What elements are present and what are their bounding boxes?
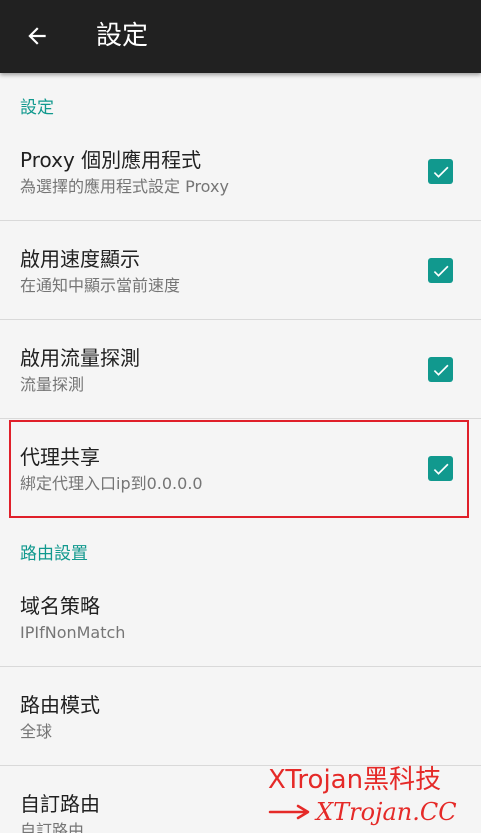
pref-per-app-proxy[interactable]: Proxy 個別應用程式 為選擇的應用程式設定 Proxy bbox=[0, 121, 481, 220]
pref-summary: IPIfNonMatch bbox=[20, 623, 126, 642]
speed-display-checkbox[interactable] bbox=[428, 258, 453, 283]
back-button[interactable] bbox=[14, 13, 60, 59]
pref-traffic-sniffing[interactable]: 啟用流量探測 流量探測 bbox=[0, 319, 481, 418]
section-header-routing: 路由設置 bbox=[20, 544, 88, 564]
check-icon bbox=[433, 166, 448, 178]
pref-summary: 綁定代理入口ip到0.0.0.0 bbox=[20, 474, 203, 493]
pref-summary: 自訂路由 bbox=[20, 821, 85, 833]
check-icon bbox=[433, 364, 448, 376]
pref-title: 路由模式 bbox=[20, 693, 100, 717]
settings-list: 設定 Proxy 個別應用程式 為選擇的應用程式設定 Proxy 啟用速度顯示 … bbox=[0, 73, 481, 833]
arrow-left-icon bbox=[28, 27, 46, 45]
pref-summary: 在通知中顯示當前速度 bbox=[20, 276, 181, 295]
proxy-sharing-checkbox[interactable] bbox=[428, 456, 453, 481]
per-app-proxy-checkbox[interactable] bbox=[428, 159, 453, 184]
pref-title: 啟用速度顯示 bbox=[20, 247, 140, 271]
check-icon bbox=[433, 463, 448, 475]
pref-summary: 為選擇的應用程式設定 Proxy bbox=[20, 177, 229, 196]
pref-title: Proxy 個別應用程式 bbox=[20, 148, 202, 172]
pref-summary: 全球 bbox=[20, 722, 53, 741]
section-header-settings: 設定 bbox=[20, 98, 54, 118]
traffic-sniffing-checkbox[interactable] bbox=[428, 357, 453, 382]
pref-custom-routing[interactable]: 自訂路由 自訂路由 bbox=[0, 765, 481, 833]
pref-title: 自訂路由 bbox=[20, 792, 100, 816]
pref-title: 代理共享 bbox=[20, 445, 100, 469]
pref-summary: 流量探測 bbox=[20, 375, 85, 394]
pref-routing-mode[interactable]: 路由模式 全球 bbox=[0, 666, 481, 765]
app-bar: 設定 bbox=[0, 0, 481, 73]
check-icon bbox=[433, 265, 448, 277]
pref-title: 啟用流量探測 bbox=[20, 346, 140, 370]
pref-domain-strategy[interactable]: 域名策略 IPIfNonMatch bbox=[0, 567, 481, 666]
pref-speed-display[interactable]: 啟用速度顯示 在通知中顯示當前速度 bbox=[0, 220, 481, 319]
pref-proxy-sharing[interactable]: 代理共享 綁定代理入口ip到0.0.0.0 bbox=[0, 418, 481, 517]
page-title: 設定 bbox=[96, 21, 149, 51]
pref-title: 域名策略 bbox=[20, 594, 100, 618]
